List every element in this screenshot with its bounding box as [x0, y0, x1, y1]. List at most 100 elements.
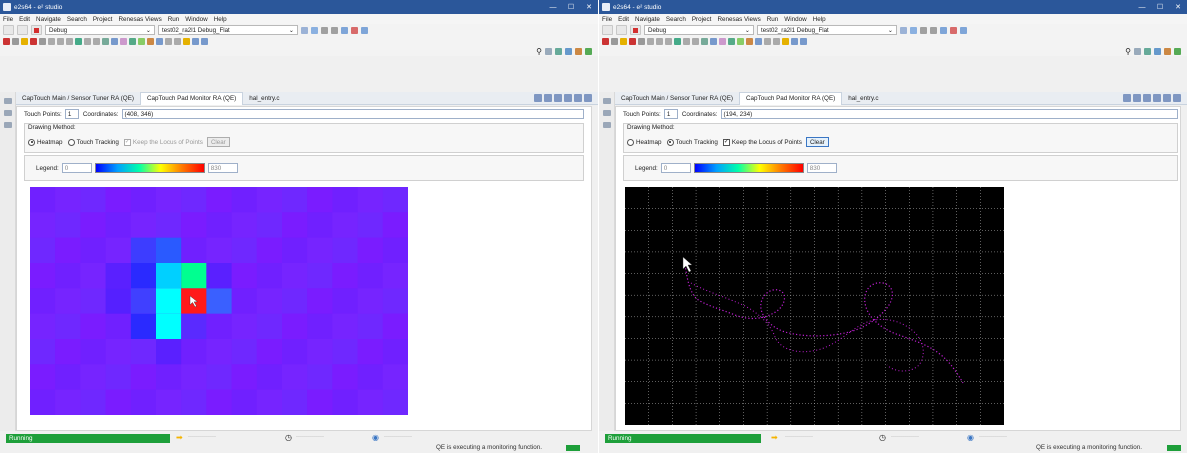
- menu-window[interactable]: Window: [784, 16, 806, 23]
- launch-mode-select[interactable]: Debug ⌄: [45, 25, 155, 35]
- tab-pad-monitor[interactable]: CapTouch Pad Monitor RA (QE): [140, 91, 244, 105]
- menu-file[interactable]: File: [602, 16, 612, 23]
- save-icon[interactable]: [920, 26, 927, 34]
- memory-icon[interactable]: [692, 37, 699, 45]
- new-icon[interactable]: [311, 26, 318, 34]
- menu-search[interactable]: Search: [666, 16, 686, 23]
- minimize-icon[interactable]: —: [544, 4, 562, 11]
- menu-help[interactable]: Help: [813, 16, 826, 23]
- disconnect-icon[interactable]: [39, 37, 46, 45]
- restore-icon[interactable]: [602, 98, 611, 104]
- prev-edit-icon[interactable]: [165, 37, 172, 45]
- restart-icon[interactable]: [674, 37, 681, 45]
- debug-perspective-icon[interactable]: [565, 47, 572, 55]
- back-icon[interactable]: [791, 37, 798, 45]
- tab-hal-entry[interactable]: hal_entry.c: [842, 92, 884, 105]
- touch-tracking-radio[interactable]: [666, 138, 674, 146]
- forward-icon[interactable]: [800, 37, 807, 45]
- launch-config-select[interactable]: test02_ra2l1 Debug_Flat ⌄: [158, 25, 298, 35]
- pin-icon[interactable]: [755, 37, 762, 45]
- stop-icon[interactable]: [630, 25, 641, 35]
- chart-icon[interactable]: [1163, 94, 1171, 102]
- c-perspective-icon[interactable]: [555, 47, 562, 55]
- tab-captouch-main[interactable]: CapTouch Main / Sensor Tuner RA (QE): [615, 92, 739, 105]
- instruction-step-icon[interactable]: [84, 37, 91, 45]
- disconnect-icon[interactable]: [638, 37, 645, 45]
- keep-locus-checkbox[interactable]: ✓: [722, 138, 730, 146]
- menu-search[interactable]: Search: [67, 16, 87, 23]
- launch-mode-select[interactable]: Debug ⌄: [644, 25, 754, 35]
- pin-icon[interactable]: [156, 37, 163, 45]
- tools-icon[interactable]: [351, 26, 358, 34]
- menu-edit[interactable]: Edit: [19, 16, 30, 23]
- plugin-icon[interactable]: [120, 37, 127, 45]
- refresh-icon[interactable]: [102, 37, 109, 45]
- debug-icon[interactable]: [616, 25, 627, 35]
- refresh-icon[interactable]: [701, 37, 708, 45]
- view-icon[interactable]: [602, 110, 611, 116]
- forward-icon[interactable]: [201, 37, 208, 45]
- touch-tracking-radio[interactable]: [67, 138, 75, 146]
- captouch-perspective-icon[interactable]: [585, 47, 592, 55]
- view-icon[interactable]: [602, 122, 611, 128]
- instruction-step-icon[interactable]: [683, 37, 690, 45]
- touch-tracking-canvas[interactable]: [625, 187, 1004, 425]
- monitor-icon[interactable]: [1143, 94, 1151, 102]
- trace-icon[interactable]: [111, 37, 118, 45]
- launch-config-select[interactable]: test02_ra2l1 Debug_Flat ⌄: [757, 25, 897, 35]
- resume-icon[interactable]: [611, 37, 618, 45]
- external-tools-icon[interactable]: [147, 37, 154, 45]
- menu-file[interactable]: File: [3, 16, 13, 23]
- gear-icon[interactable]: [900, 26, 907, 34]
- annotation-icon[interactable]: [782, 37, 789, 45]
- suspend-icon[interactable]: [21, 37, 28, 45]
- debug-icon[interactable]: [17, 25, 28, 35]
- build-icon[interactable]: [602, 25, 613, 35]
- step-into-icon[interactable]: [48, 37, 55, 45]
- heatmap-radio[interactable]: [627, 138, 634, 146]
- resume-icon[interactable]: [12, 37, 19, 45]
- menu-navigate[interactable]: Navigate: [635, 16, 660, 23]
- monitor-icon[interactable]: [534, 94, 542, 102]
- heatmap-radio[interactable]: [28, 138, 35, 146]
- debug-run-icon[interactable]: [138, 37, 145, 45]
- reset-icon[interactable]: [3, 37, 10, 45]
- target-icon[interactable]: [341, 26, 348, 34]
- tools-icon[interactable]: [950, 26, 957, 34]
- menu-project[interactable]: Project: [93, 16, 113, 23]
- target-icon[interactable]: [940, 26, 947, 34]
- debug-perspective-icon[interactable]: [1154, 47, 1161, 55]
- save-icon[interactable]: [321, 26, 328, 34]
- tab-captouch-main[interactable]: CapTouch Main / Sensor Tuner RA (QE): [16, 92, 140, 105]
- step-return-icon[interactable]: [66, 37, 73, 45]
- search-icon[interactable]: ⚲: [1125, 47, 1131, 56]
- suspend-icon[interactable]: [620, 37, 627, 45]
- back-icon[interactable]: [192, 37, 199, 45]
- qe-perspective-icon[interactable]: [1164, 47, 1171, 55]
- captouch-perspective-icon[interactable]: [1174, 47, 1181, 55]
- view-icon[interactable]: [3, 122, 12, 128]
- new-icon[interactable]: [910, 26, 917, 34]
- external-tools-icon[interactable]: [746, 37, 753, 45]
- step-into-icon[interactable]: [647, 37, 654, 45]
- save-all-icon[interactable]: [331, 26, 338, 34]
- maximize-icon[interactable]: ☐: [562, 3, 580, 11]
- step-over-icon[interactable]: [57, 37, 64, 45]
- search-icon[interactable]: ⚲: [536, 47, 542, 56]
- next-edit-icon[interactable]: [773, 37, 780, 45]
- close-icon[interactable]: ✕: [580, 3, 598, 11]
- step-over-icon[interactable]: [656, 37, 663, 45]
- chip-icon[interactable]: [361, 26, 368, 34]
- qe-perspective-icon[interactable]: [575, 47, 582, 55]
- stop-icon[interactable]: [31, 25, 42, 35]
- clear-button[interactable]: Clear: [805, 137, 829, 147]
- menu-help[interactable]: Help: [214, 16, 227, 23]
- c-perspective-icon[interactable]: [1144, 47, 1151, 55]
- reset-icon[interactable]: [602, 37, 609, 45]
- minimize-icon[interactable]: —: [1133, 4, 1151, 11]
- monitor-icon[interactable]: [1133, 94, 1141, 102]
- connect-icon[interactable]: [728, 37, 735, 45]
- view-icon[interactable]: [3, 110, 12, 116]
- terminate-icon[interactable]: [629, 37, 636, 45]
- gear-icon[interactable]: [301, 26, 308, 34]
